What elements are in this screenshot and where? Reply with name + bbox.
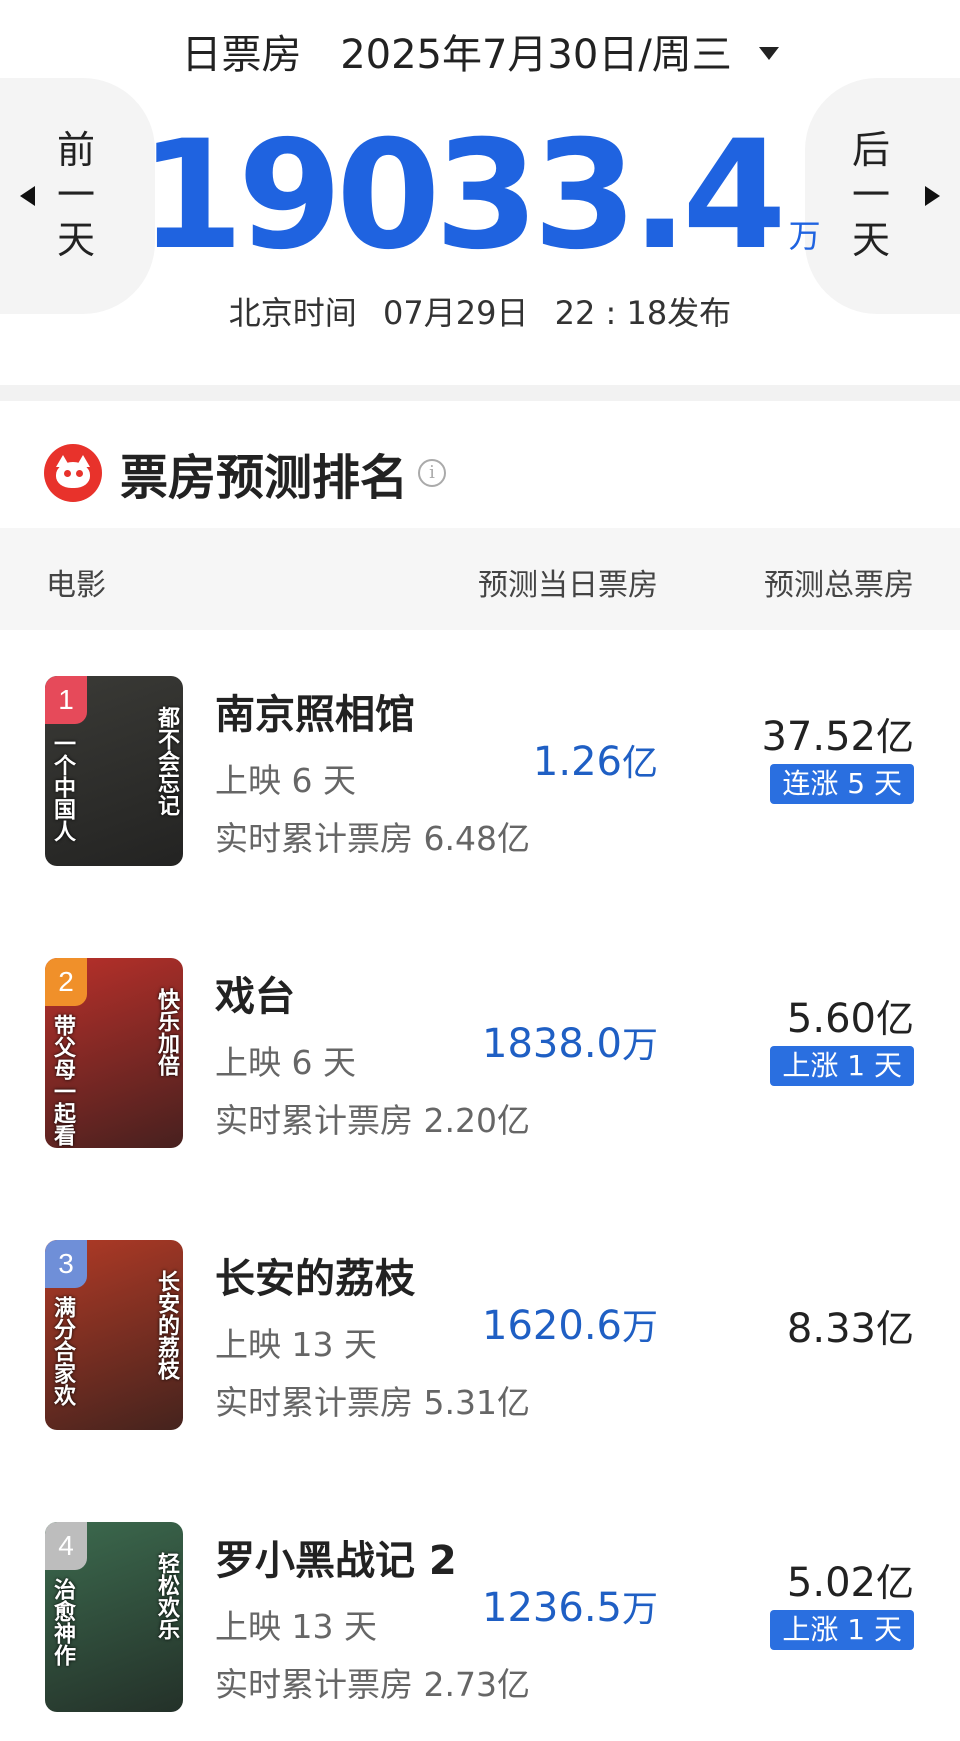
poster-text-left: 一个中国人 bbox=[50, 732, 75, 842]
movie-poster: 满分合家欢 长安的荔枝 3 bbox=[45, 1240, 183, 1430]
predicted-total-unit: 亿 bbox=[875, 715, 914, 759]
movie-poster: 带父母一起看 快乐加倍 2 bbox=[45, 958, 183, 1148]
movie-poster: 治愈神作 轻松欢乐 4 bbox=[45, 1522, 183, 1712]
poster-text-right: 快乐加倍 bbox=[154, 988, 179, 1076]
days-showing: 上映 13 天 bbox=[215, 1325, 377, 1364]
predicted-total-unit: 亿 bbox=[875, 1307, 914, 1351]
predicted-daily-unit: 万 bbox=[621, 1025, 658, 1066]
poster-text-left: 满分合家欢 bbox=[50, 1296, 75, 1406]
predicted-daily: 1620.6万 bbox=[482, 1298, 658, 1350]
section-header: 票房预测排名 i bbox=[44, 440, 447, 506]
table-row[interactable]: 满分合家欢 长安的荔枝 3 长安的荔枝 上映 13 天 实时累计票房 5.31亿… bbox=[0, 1194, 960, 1476]
predicted-daily-value: 1236.5 bbox=[482, 1585, 622, 1631]
predicted-daily-value: 1620.6 bbox=[482, 1303, 622, 1349]
predicted-daily-unit: 万 bbox=[621, 1307, 658, 1348]
rank-badge: 1 bbox=[45, 676, 87, 724]
predicted-total-value: 37.52 bbox=[761, 714, 876, 760]
predicted-total-unit: 亿 bbox=[875, 1561, 914, 1605]
predicted-daily-value: 1.26 bbox=[532, 739, 622, 785]
poster-text-left: 带父母一起看 bbox=[50, 1014, 75, 1146]
cumulative-box-office: 实时累计票房 5.31亿 bbox=[215, 1383, 530, 1422]
movie-title: 南京照相馆 bbox=[215, 692, 415, 738]
poster-text-right: 轻松欢乐 bbox=[154, 1552, 179, 1640]
predicted-total: 5.02亿 bbox=[787, 1552, 914, 1607]
predicted-total: 8.33亿 bbox=[787, 1298, 914, 1353]
release-date: 07月29日 bbox=[382, 294, 529, 332]
total-unit: 万 bbox=[788, 217, 821, 255]
mode-label: 日票房 bbox=[181, 32, 302, 78]
trend-tag: 连涨 5 天 bbox=[770, 764, 914, 804]
release-time: 北京时间 07月29日 22 : 18发布 bbox=[0, 288, 960, 334]
movie-poster: 一个中国人 都不会忘记 1 bbox=[45, 676, 183, 866]
predicted-daily: 1236.5万 bbox=[482, 1580, 658, 1632]
predicted-total: 5.60亿 bbox=[787, 988, 914, 1043]
predicted-daily: 1838.0万 bbox=[482, 1016, 658, 1068]
predicted-daily: 1.26亿 bbox=[533, 734, 658, 786]
poster-text-right: 长安的荔枝 bbox=[154, 1270, 179, 1380]
movie-title: 长安的荔枝 bbox=[215, 1256, 415, 1302]
cat-logo-icon bbox=[44, 444, 102, 502]
cumulative-box-office: 实时累计票房 2.20亿 bbox=[215, 1101, 530, 1140]
release-clock: 22 : 18发布 bbox=[554, 294, 732, 332]
predicted-total-value: 8.33 bbox=[786, 1306, 876, 1352]
daily-total-box-office: 19033.4 万 bbox=[0, 116, 960, 276]
cumulative-box-office: 实时累计票房 6.48亿 bbox=[215, 819, 530, 858]
days-showing: 上映 6 天 bbox=[215, 761, 356, 800]
selected-date: 2025年7月30日/周三 bbox=[340, 32, 732, 78]
rank-badge: 4 bbox=[45, 1522, 87, 1570]
col-daily: 预测当日票房 bbox=[478, 568, 658, 603]
date-selector[interactable]: 日票房 2025年7月30日/周三 bbox=[0, 22, 960, 80]
predicted-total-unit: 亿 bbox=[875, 997, 914, 1041]
section-title: 票房预测排名 bbox=[120, 450, 409, 506]
info-icon[interactable]: i bbox=[418, 459, 447, 487]
days-showing: 上映 6 天 bbox=[215, 1043, 356, 1082]
col-total: 预测总票房 bbox=[764, 568, 914, 603]
predicted-total: 37.52亿 bbox=[761, 706, 914, 761]
predicted-total-value: 5.02 bbox=[786, 1560, 876, 1606]
cumulative-box-office: 实时累计票房 2.73亿 bbox=[215, 1665, 530, 1704]
section-divider bbox=[0, 385, 960, 401]
poster-text-right: 都不会忘记 bbox=[154, 706, 179, 816]
table-row[interactable]: 治愈神作 轻松欢乐 4 罗小黑战记 2 上映 13 天 实时累计票房 2.73亿… bbox=[0, 1476, 960, 1741]
days-showing: 上映 13 天 bbox=[215, 1607, 377, 1646]
poster-text-left: 治愈神作 bbox=[50, 1578, 75, 1666]
predicted-total-value: 5.60 bbox=[786, 996, 876, 1042]
trend-tag: 上涨 1 天 bbox=[770, 1610, 914, 1650]
total-value: 19033.4 bbox=[139, 109, 786, 283]
release-prefix: 北京时间 bbox=[228, 294, 357, 332]
movie-title: 罗小黑战记 2 bbox=[215, 1538, 457, 1584]
predicted-daily-unit: 亿 bbox=[621, 743, 658, 784]
table-row[interactable]: 带父母一起看 快乐加倍 2 戏台 上映 6 天 实时累计票房 2.20亿 183… bbox=[0, 912, 960, 1194]
trend-tag: 上涨 1 天 bbox=[770, 1046, 914, 1086]
col-movie: 电影 bbox=[46, 568, 106, 603]
dropdown-caret-icon bbox=[758, 46, 779, 60]
predicted-daily-value: 1838.0 bbox=[482, 1021, 622, 1067]
movie-title: 戏台 bbox=[215, 974, 295, 1020]
table-row[interactable]: 一个中国人 都不会忘记 1 南京照相馆 上映 6 天 实时累计票房 6.48亿 … bbox=[0, 630, 960, 912]
predicted-daily-unit: 万 bbox=[621, 1589, 658, 1630]
table-header: 电影 预测当日票房 预测总票房 bbox=[0, 528, 960, 630]
rank-badge: 2 bbox=[45, 958, 87, 1006]
rank-badge: 3 bbox=[45, 1240, 87, 1288]
